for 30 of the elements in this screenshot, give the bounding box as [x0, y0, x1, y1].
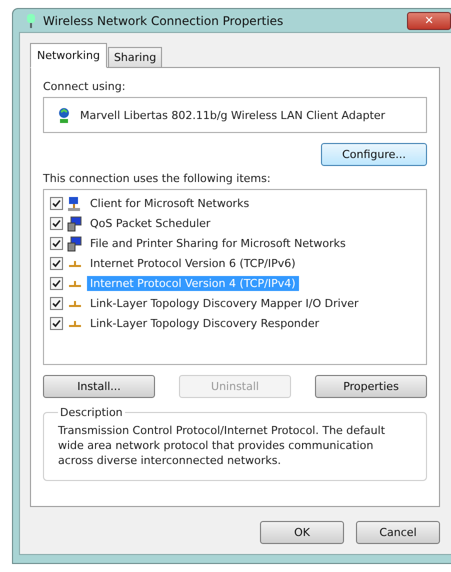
list-item[interactable]: QoS Packet Scheduler — [87, 216, 214, 231]
tab[interactable]: Networking — [30, 43, 107, 68]
adapter-name: Marvell Libertas 802.11b/g Wireless LAN Client Adapter — [80, 108, 386, 122]
tab[interactable]: Sharing — [108, 47, 162, 68]
checkbox[interactable] — [50, 257, 63, 270]
list-item[interactable]: Link-Layer Topology Discovery Responder — [87, 316, 322, 331]
list-item[interactable]: Link-Layer Topology Discovery Mapper I/O Driver — [87, 296, 362, 311]
description-title: Description — [59, 406, 124, 419]
action-button[interactable]: Properties — [315, 375, 427, 398]
adapter-icon — [56, 106, 72, 124]
description-text: Transmission Control Protocol/Internet Protocol. The default wide area network protocol that provides communication across diverse interconnected networks. — [58, 423, 386, 468]
action-button[interactable]: Install... — [43, 375, 155, 398]
close-button[interactable]: ✕ — [407, 12, 451, 30]
checkbox[interactable] — [50, 277, 63, 290]
list-item[interactable]: Client for Microsoft Networks — [87, 196, 252, 211]
checkbox[interactable] — [50, 217, 63, 230]
checkbox[interactable] — [50, 237, 63, 250]
checkbox[interactable] — [50, 297, 63, 310]
list-item[interactable]: File and Printer Sharing for Microsoft Networks — [87, 236, 349, 251]
checkbox[interactable] — [50, 317, 63, 330]
dialog-button[interactable]: Cancel — [356, 521, 440, 544]
dialog-button[interactable]: OK — [260, 521, 344, 544]
computer-icon — [67, 216, 83, 232]
computer-icon — [67, 236, 83, 252]
connect-using-label: Connect using: — [43, 80, 126, 93]
configure-button[interactable]: Configure... — [321, 143, 427, 166]
list-item[interactable]: Internet Protocol Version 6 (TCP/IPv6) — [87, 256, 299, 271]
checkbox[interactable] — [50, 197, 63, 210]
window-title: Wireless Network Connection Properties — [43, 14, 284, 28]
items-label: This connection uses the following items: — [43, 172, 272, 185]
